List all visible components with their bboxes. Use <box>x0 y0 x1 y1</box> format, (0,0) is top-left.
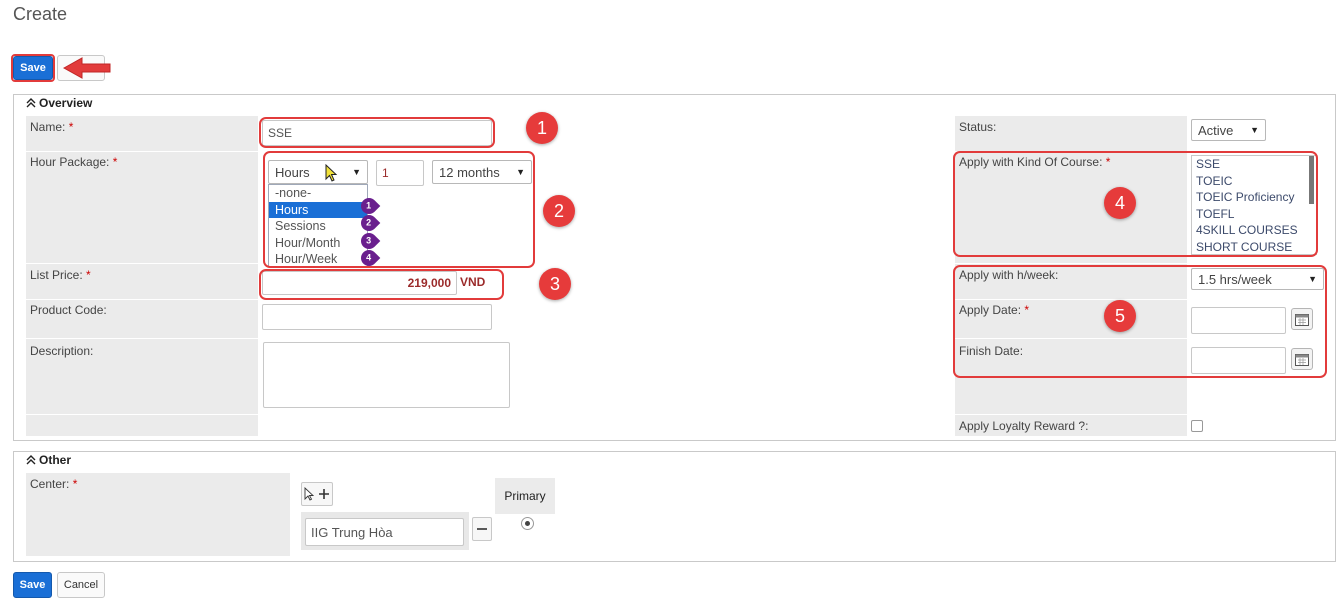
hour-package-highlight <box>263 151 535 268</box>
callout-badge-2: 2 <box>543 195 575 227</box>
plus-icon[interactable] <box>318 488 330 500</box>
center-input[interactable]: IIG Trung Hòa <box>305 518 464 546</box>
overview-header[interactable]: Overview <box>26 95 92 111</box>
status-value: Active <box>1198 122 1234 138</box>
other-title: Other <box>39 453 72 467</box>
loyalty-checkbox[interactable] <box>1191 420 1203 432</box>
status-select[interactable]: Active ▼ <box>1191 119 1266 141</box>
red-arrow-icon <box>62 57 111 79</box>
description-textarea[interactable] <box>263 342 510 408</box>
description-label: Description: <box>30 344 94 358</box>
empty-label-cell <box>26 415 258 436</box>
product-code-label: Product Code: <box>30 303 107 317</box>
other-header[interactable]: Other <box>26 452 71 468</box>
loyalty-label: Apply Loyalty Reward ?: <box>959 419 1089 433</box>
double-chevron-up-icon <box>26 455 36 465</box>
minus-icon <box>477 528 487 530</box>
product-code-input[interactable] <box>262 304 492 330</box>
name-highlight <box>259 117 495 148</box>
primary-radio[interactable] <box>521 517 534 530</box>
center-label: Center: * <box>30 477 78 491</box>
chevron-down-icon: ▼ <box>1250 125 1259 135</box>
status-label: Status: <box>959 120 997 134</box>
list-price-highlight <box>259 269 504 300</box>
primary-column-header: Primary <box>495 478 555 514</box>
cursor-icon[interactable] <box>304 487 314 501</box>
page-title: Create <box>13 4 68 24</box>
callout-badge-4: 4 <box>1104 187 1136 219</box>
callout-badge-1: 1 <box>526 112 558 144</box>
hour-package-label: Hour Package: * <box>30 155 118 169</box>
double-chevron-up-icon <box>26 98 36 108</box>
dates-highlight <box>953 265 1327 378</box>
center-select-toolbar <box>301 482 333 506</box>
save-button-bottom[interactable]: Save <box>13 572 52 598</box>
callout-badge-5: 5 <box>1104 300 1136 332</box>
name-label: Name: * <box>30 120 74 134</box>
overview-title: Overview <box>39 96 93 110</box>
callout-badge-3: 3 <box>539 268 571 300</box>
save-highlight <box>11 54 55 82</box>
cancel-button[interactable]: Cancel <box>57 572 105 598</box>
remove-center-button[interactable] <box>472 517 492 541</box>
list-price-label: List Price: * <box>30 268 91 282</box>
